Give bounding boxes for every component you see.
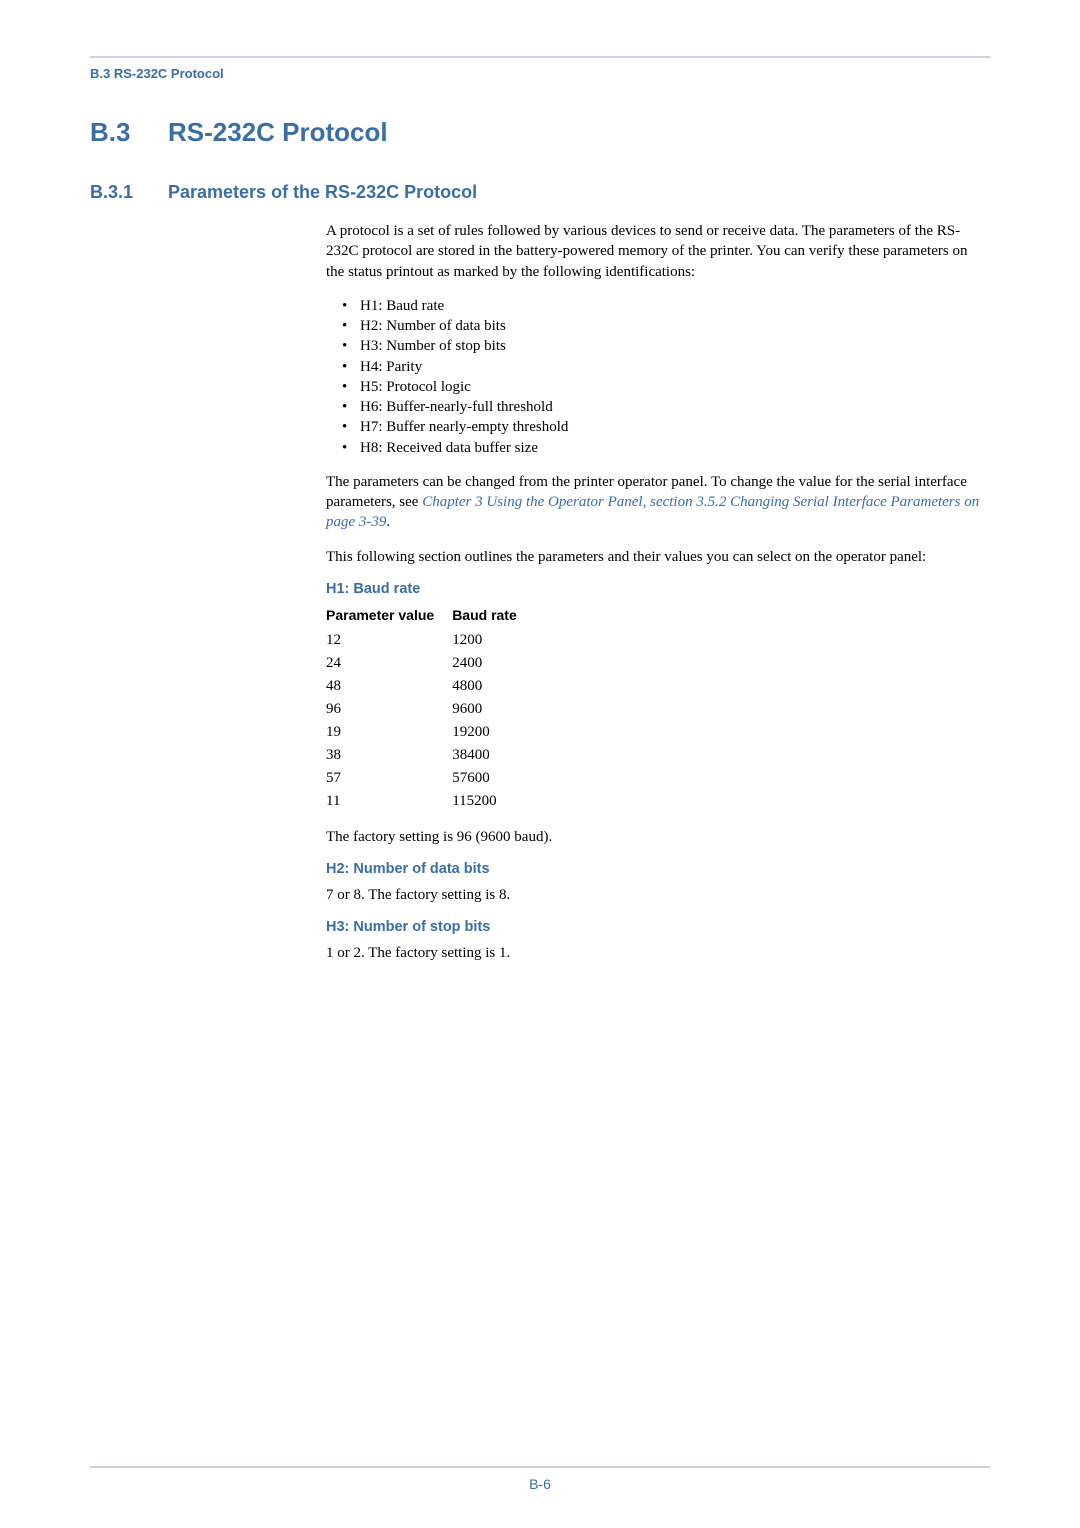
subsection-number: B.3.1 [90,182,168,203]
cell-param: 48 [326,675,452,698]
table-row: 121200 [326,629,535,652]
para-text-post: . [386,514,390,530]
cross-reference-link[interactable]: Chapter 3 Using the Operator Panel, sect… [326,494,979,530]
h2-databits-text: 7 or 8. The factory setting is 8. [326,885,980,905]
list-item: H2: Number of data bits [326,316,980,336]
cell-baud: 115200 [452,790,535,813]
subsection-title: Parameters of the RS-232C Protocol [168,182,477,202]
page-number: B-6 [90,1476,990,1492]
h1-factory-note: The factory setting is 96 (9600 baud). [326,827,980,847]
section-number: B.3 [90,117,168,148]
table-row: 969600 [326,698,535,721]
cell-param: 38 [326,744,452,767]
page-footer: B-6 [90,1466,990,1492]
h1-baud-heading: H1: Baud rate [326,581,980,597]
h3-stopbits-heading: H3: Number of stop bits [326,919,980,935]
list-item: H5: Protocol logic [326,377,980,397]
outline-paragraph: This following section outlines the para… [326,547,980,567]
table-row: 11115200 [326,790,535,813]
list-item: H6: Buffer-nearly-full threshold [326,397,980,417]
cell-baud: 38400 [452,744,535,767]
cell-baud: 9600 [452,698,535,721]
change-paragraph: The parameters can be changed from the p… [326,472,980,533]
cell-baud: 19200 [452,721,535,744]
baud-rate-table: Parameter value Baud rate 121200 242400 … [326,605,535,813]
list-item: H7: Buffer nearly-empty threshold [326,417,980,437]
table-row: 3838400 [326,744,535,767]
list-item: H8: Received data buffer size [326,438,980,458]
list-item: H1: Baud rate [326,296,980,316]
cell-baud: 4800 [452,675,535,698]
subsection-heading-b31: B.3.1Parameters of the RS-232C Protocol [90,182,990,203]
cell-param: 57 [326,767,452,790]
table-row: 484800 [326,675,535,698]
cell-baud: 2400 [452,652,535,675]
header-rule [90,56,990,58]
table-header-row: Parameter value Baud rate [326,605,535,629]
table-row: 1919200 [326,721,535,744]
cell-param: 19 [326,721,452,744]
table-row: 242400 [326,652,535,675]
h3-stopbits-text: 1 or 2. The factory setting is 1. [326,943,980,963]
table-row: 5757600 [326,767,535,790]
cell-param: 24 [326,652,452,675]
running-header: B.3 RS-232C Protocol [90,66,990,81]
section-title: RS-232C Protocol [168,117,388,147]
footer-rule [90,1466,990,1468]
col-baud-rate: Baud rate [452,605,535,629]
cell-param: 11 [326,790,452,813]
h2-databits-heading: H2: Number of data bits [326,861,980,877]
cell-baud: 57600 [452,767,535,790]
list-item: H3: Number of stop bits [326,336,980,356]
cell-baud: 1200 [452,629,535,652]
col-param-value: Parameter value [326,605,452,629]
cell-param: 96 [326,698,452,721]
list-item: H4: Parity [326,357,980,377]
section-heading-b3: B.3RS-232C Protocol [90,117,990,148]
cell-param: 12 [326,629,452,652]
intro-paragraph: A protocol is a set of rules followed by… [326,221,980,282]
identification-list: H1: Baud rate H2: Number of data bits H3… [326,296,980,458]
